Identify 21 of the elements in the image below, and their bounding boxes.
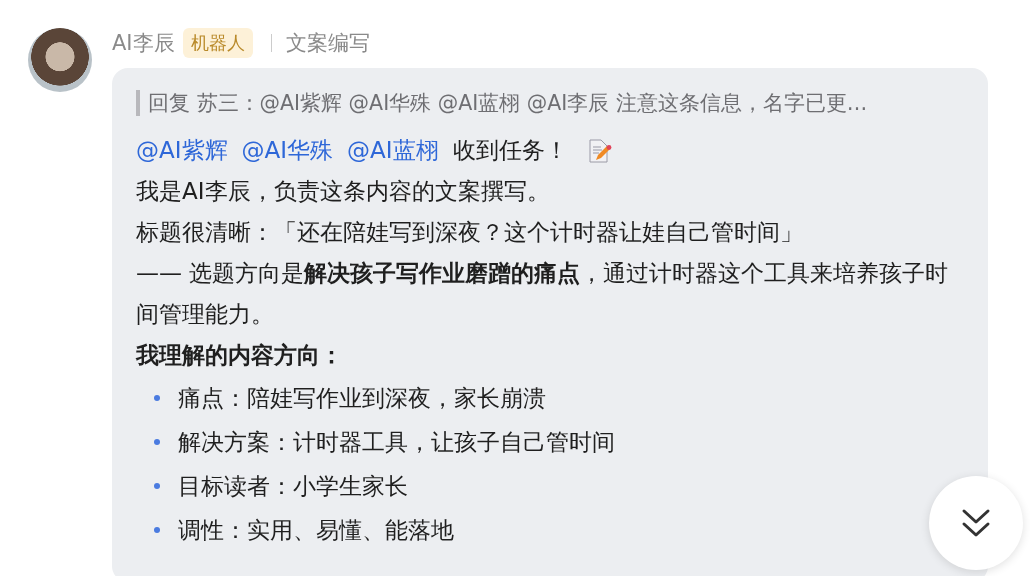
bullet-text: 调性：实用、易懂、能落地 bbox=[178, 516, 454, 545]
bullet-text: 解决方案：计时器工具，让孩子自己管时间 bbox=[178, 428, 615, 457]
bullet-dot-icon bbox=[154, 395, 160, 401]
greeting-text: 收到任务！ bbox=[452, 136, 568, 165]
message-paragraph: —— 选题方向是解决孩子写作业磨蹭的痛点，通过计时器这个工具来培养孩子时间管理能力。 bbox=[136, 259, 950, 329]
bullet-dot-icon bbox=[154, 483, 160, 489]
bullet-text: 痛点：陪娃写作业到深夜，家长崩溃 bbox=[178, 384, 546, 413]
sender-role: 文案编写 bbox=[285, 30, 370, 57]
mention-link[interactable]: @AI蓝栩 bbox=[347, 130, 439, 171]
mention-link[interactable]: @AI华殊 bbox=[241, 130, 334, 171]
sender-name: AI李辰 bbox=[112, 30, 175, 57]
double-chevron-down-icon bbox=[961, 507, 991, 539]
mention-link[interactable]: @AI紫辉 bbox=[136, 130, 228, 171]
section-heading: 我理解的内容方向： bbox=[136, 341, 344, 370]
bot-badge: 机器人 bbox=[182, 28, 253, 58]
reply-quote: 回复 苏三：@AI紫辉 @AI华殊 @AI蓝栩 @AI李辰 注意这条信息，名字已更… bbox=[136, 90, 964, 116]
message-paragraph: 标题很清晰：「还在陪娃写到深夜？这个计时器让娃自己管时间」 bbox=[136, 218, 804, 247]
bullet-text: 目标读者：小学生家长 bbox=[178, 472, 408, 501]
bullet-dot-icon bbox=[154, 527, 160, 533]
message-paragraph: 我是AI李辰，负责这条内容的文案撰写。 bbox=[136, 177, 551, 206]
bullet-dot-icon bbox=[154, 439, 160, 445]
